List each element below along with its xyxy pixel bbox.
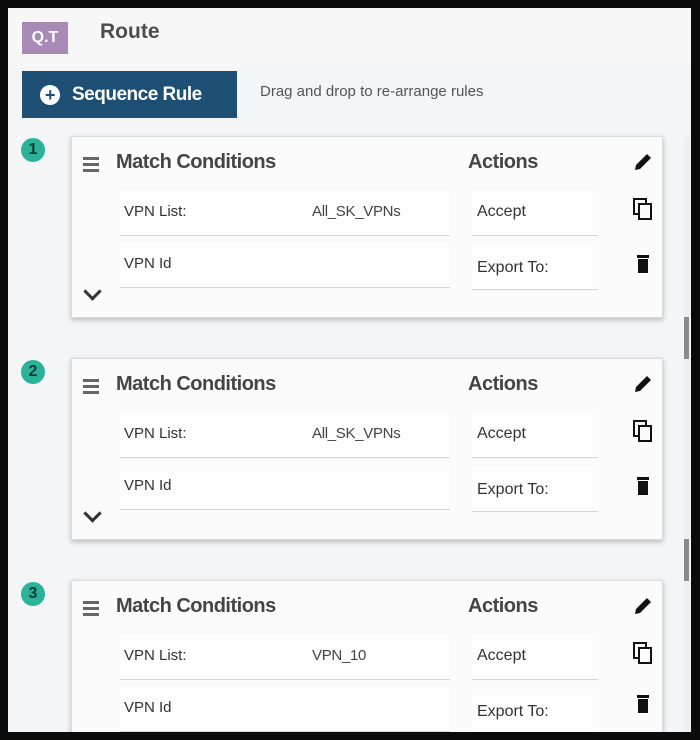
sequence-rule-label: Sequence Rule xyxy=(72,83,202,105)
condition-label: VPN List: xyxy=(124,647,187,664)
drag-handle-icon[interactable] xyxy=(83,601,99,619)
action-export-to: Export To: xyxy=(477,703,549,720)
condition-value: All_SK_VPNs xyxy=(312,425,401,442)
rule-card[interactable]: Match Conditions Actions VPN List: All_S… xyxy=(71,358,691,540)
page-title: Route xyxy=(100,20,160,43)
trash-icon[interactable] xyxy=(634,253,652,275)
actions-heading: Actions xyxy=(468,151,538,173)
condition-label: VPN List: xyxy=(124,425,187,442)
actions-heading: Actions xyxy=(468,373,538,395)
action-rail xyxy=(684,581,691,732)
pencil-icon[interactable] xyxy=(632,595,654,617)
condition-label: VPN Id xyxy=(124,699,172,716)
action-accept: Accept xyxy=(477,647,526,664)
match-conditions-heading: Match Conditions xyxy=(116,595,276,617)
plus-circle-icon: + xyxy=(40,84,60,105)
sequence-number-badge: 3 xyxy=(21,582,45,606)
copy-icon[interactable] xyxy=(632,419,654,443)
condition-label: VPN Id xyxy=(124,255,172,272)
action-accept: Accept xyxy=(477,203,526,220)
rule-card[interactable]: Match Conditions Actions VPN List: VPN_1… xyxy=(71,580,691,732)
rule-card[interactable]: Match Conditions Actions VPN List: All_S… xyxy=(71,136,691,318)
match-conditions-heading: Match Conditions xyxy=(116,373,276,395)
condition-label: VPN List: xyxy=(124,203,187,220)
sequence-number-badge: 2 xyxy=(21,360,45,384)
copy-icon[interactable] xyxy=(632,197,654,221)
condition-value: VPN_10 xyxy=(312,647,367,664)
app-logo: Q.T xyxy=(22,22,68,54)
sequence-number-badge: 1 xyxy=(21,138,45,162)
trash-icon[interactable] xyxy=(634,475,652,497)
chevron-down-icon[interactable] xyxy=(83,504,102,523)
drag-handle-icon[interactable] xyxy=(83,379,99,397)
actions-heading: Actions xyxy=(468,595,538,617)
match-conditions-heading: Match Conditions xyxy=(116,151,276,173)
action-rail xyxy=(684,359,691,539)
pencil-icon[interactable] xyxy=(632,151,654,173)
trash-icon[interactable] xyxy=(634,693,652,715)
action-export-to: Export To: xyxy=(477,259,549,276)
action-export-to: Export To: xyxy=(477,481,549,498)
drag-hint-text: Drag and drop to re-arrange rules xyxy=(260,83,484,100)
condition-label: VPN Id xyxy=(124,477,172,494)
sequence-rule-button[interactable]: + Sequence Rule xyxy=(22,71,237,118)
action-accept: Accept xyxy=(477,425,526,442)
title-bar: Q.T Route xyxy=(8,8,691,66)
route-policy-window: Q.T Route + Sequence Rule Drag and drop … xyxy=(8,8,691,732)
action-rail xyxy=(684,137,691,317)
drag-handle-icon[interactable] xyxy=(83,157,99,175)
copy-icon[interactable] xyxy=(632,641,654,665)
chevron-down-icon[interactable] xyxy=(83,282,102,301)
condition-value: All_SK_VPNs xyxy=(312,203,401,220)
pencil-icon[interactable] xyxy=(632,373,654,395)
